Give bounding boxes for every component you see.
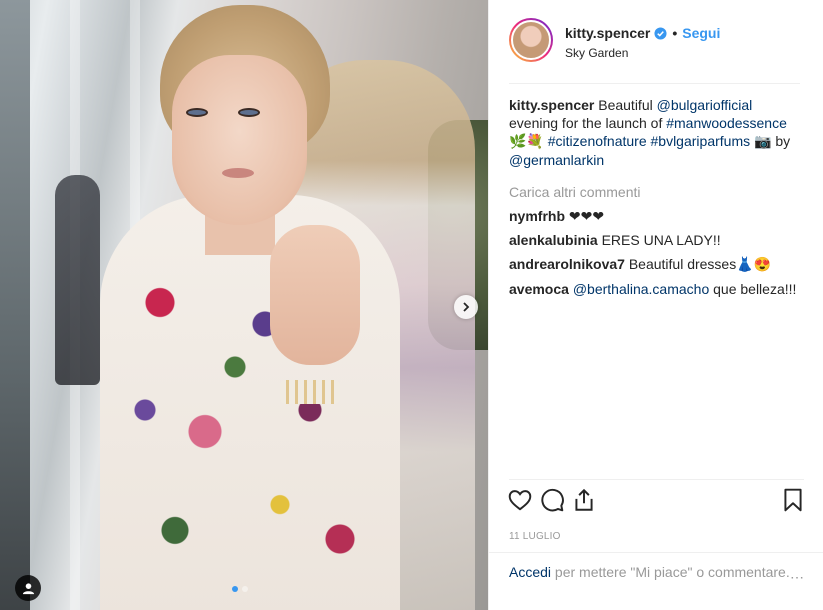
login-prompt: Accedi per mettere "Mi piace" o commenta… — [489, 552, 823, 610]
comment-username[interactable]: nymfrhb — [509, 208, 565, 224]
person-icon — [22, 582, 34, 594]
share-button[interactable] — [571, 487, 599, 515]
comment-text: ERES UNA LADY!! — [601, 232, 721, 249]
verified-badge-icon — [654, 26, 667, 40]
comment-item: andrearolnikova7 Beautiful dresses👗😍 — [509, 255, 804, 273]
carousel-indicator — [232, 586, 248, 592]
comment-text: ❤❤❤ — [568, 208, 605, 225]
follow-button[interactable]: Segui — [682, 25, 720, 41]
caption-emoji: 🌿💐 — [509, 133, 544, 150]
like-button[interactable] — [507, 487, 535, 515]
login-link[interactable]: Accedi — [509, 564, 551, 580]
save-button[interactable] — [780, 487, 808, 515]
bookmark-icon — [784, 488, 802, 512]
location-link[interactable]: Sky Garden — [565, 46, 720, 60]
heart-icon — [508, 490, 532, 511]
post-sidebar: kitty.spencer • Segui Sky Garden kitty.s… — [488, 0, 823, 610]
carousel-dot — [232, 586, 238, 592]
instagram-post: kitty.spencer • Segui Sky Garden kitty.s… — [0, 0, 823, 610]
caption-username[interactable]: kitty.spencer — [509, 97, 594, 113]
hashtag-link[interactable]: #bvlgariparfums — [651, 133, 751, 149]
load-more-comments-button[interactable]: Carica altri commenti — [509, 183, 804, 201]
comment-item: avemoca @berthalina.camacho que belleza!… — [509, 280, 804, 298]
mention-link[interactable]: @germanlarkin — [509, 152, 604, 168]
hashtag-link[interactable]: #citizenofnature — [548, 133, 647, 149]
caption-text: Beautiful — [598, 97, 653, 113]
carousel-dot — [242, 586, 248, 592]
comments-section: kitty.spencer Beautiful @bulgariofficial… — [509, 96, 804, 298]
login-prompt-text: per mettere "Mi piace" o commentare. — [554, 564, 790, 580]
background-person — [55, 175, 100, 385]
action-bar — [507, 479, 804, 519]
comment-text: que belleza!!! — [713, 280, 797, 297]
right-eye — [238, 108, 260, 117]
caption-text: by — [775, 133, 791, 150]
avatar[interactable] — [509, 18, 553, 62]
comment-username[interactable]: alenkalubinia — [509, 232, 598, 248]
share-icon — [575, 488, 593, 511]
comment-text: Beautiful dresses👗😍 — [628, 256, 772, 273]
caption-text: evening for the launch of — [509, 115, 663, 132]
comment-username[interactable]: andrearolnikova7 — [509, 256, 625, 272]
chevron-right-icon — [463, 302, 470, 312]
comment-icon — [541, 488, 564, 512]
separator-dot: • — [672, 25, 678, 41]
post-date: 11 LUGLIO — [509, 531, 561, 542]
face — [172, 55, 307, 225]
caption-emoji: 📷 — [754, 133, 772, 150]
caption: kitty.spencer Beautiful @bulgariofficial… — [509, 96, 804, 169]
hands — [270, 225, 360, 365]
more-options-icon[interactable]: ⋯ — [790, 568, 804, 586]
comment-item: alenkalubinia ERES UNA LADY!! — [509, 231, 804, 249]
hashtag-link[interactable]: #manwoodessence — [666, 115, 787, 131]
comment-button[interactable] — [539, 487, 567, 515]
post-photo[interactable] — [0, 0, 488, 610]
mention-link[interactable]: @bulgariofficial — [657, 97, 753, 113]
comment-username[interactable]: avemoca — [509, 281, 569, 297]
header-username[interactable]: kitty.spencer — [565, 25, 650, 41]
lips — [222, 168, 254, 178]
bracelet — [280, 380, 340, 404]
tagged-users-button[interactable] — [15, 575, 41, 601]
next-slide-button[interactable] — [454, 295, 478, 319]
left-eye — [186, 108, 208, 117]
mention-link[interactable]: @berthalina.camacho — [573, 281, 709, 297]
window-frame — [0, 0, 30, 610]
post-header: kitty.spencer • Segui Sky Garden — [489, 0, 823, 84]
comment-item: nymfrhb ❤❤❤ — [509, 207, 804, 225]
